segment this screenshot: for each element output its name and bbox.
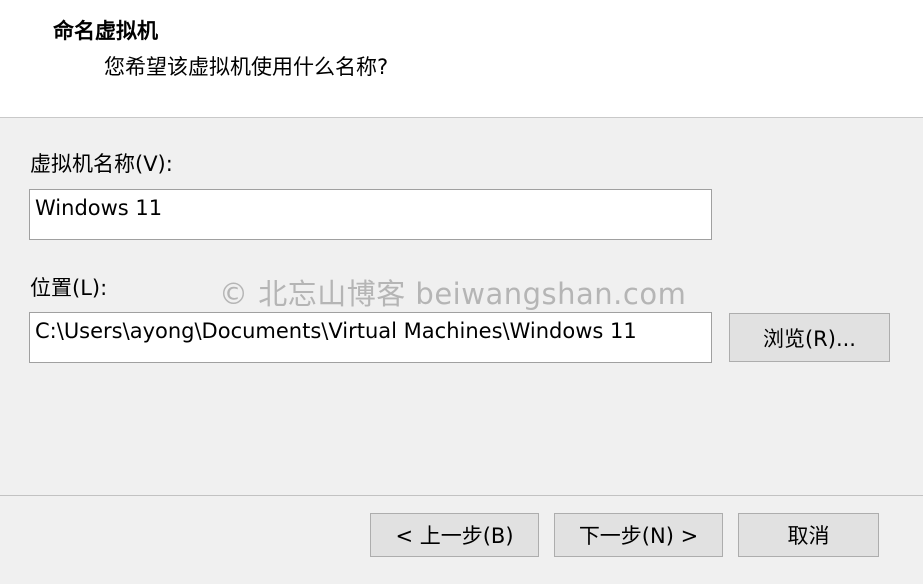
browse-button[interactable]: 浏览(R)... — [729, 313, 890, 362]
watermark: © 北忘山博客 beiwangshan.com — [219, 277, 687, 311]
page-subtitle: 您希望该虚拟机使用什么名称? — [104, 55, 389, 79]
location-input[interactable]: C:\Users\ayong\Documents\Virtual Machine… — [29, 312, 712, 363]
dialog-header: 命名虚拟机 您希望该虚拟机使用什么名称? — [0, 0, 923, 118]
footer-divider — [0, 495, 923, 496]
next-button[interactable]: 下一步(N) > — [554, 513, 723, 557]
cancel-button[interactable]: 取消 — [738, 513, 879, 557]
vm-name-label: 虚拟机名称(V): — [30, 152, 173, 176]
page-title: 命名虚拟机 — [53, 19, 158, 43]
vm-name-input[interactable]: Windows 11 — [29, 189, 712, 240]
back-button[interactable]: < 上一步(B) — [370, 513, 539, 557]
location-label: 位置(L): — [30, 276, 108, 300]
